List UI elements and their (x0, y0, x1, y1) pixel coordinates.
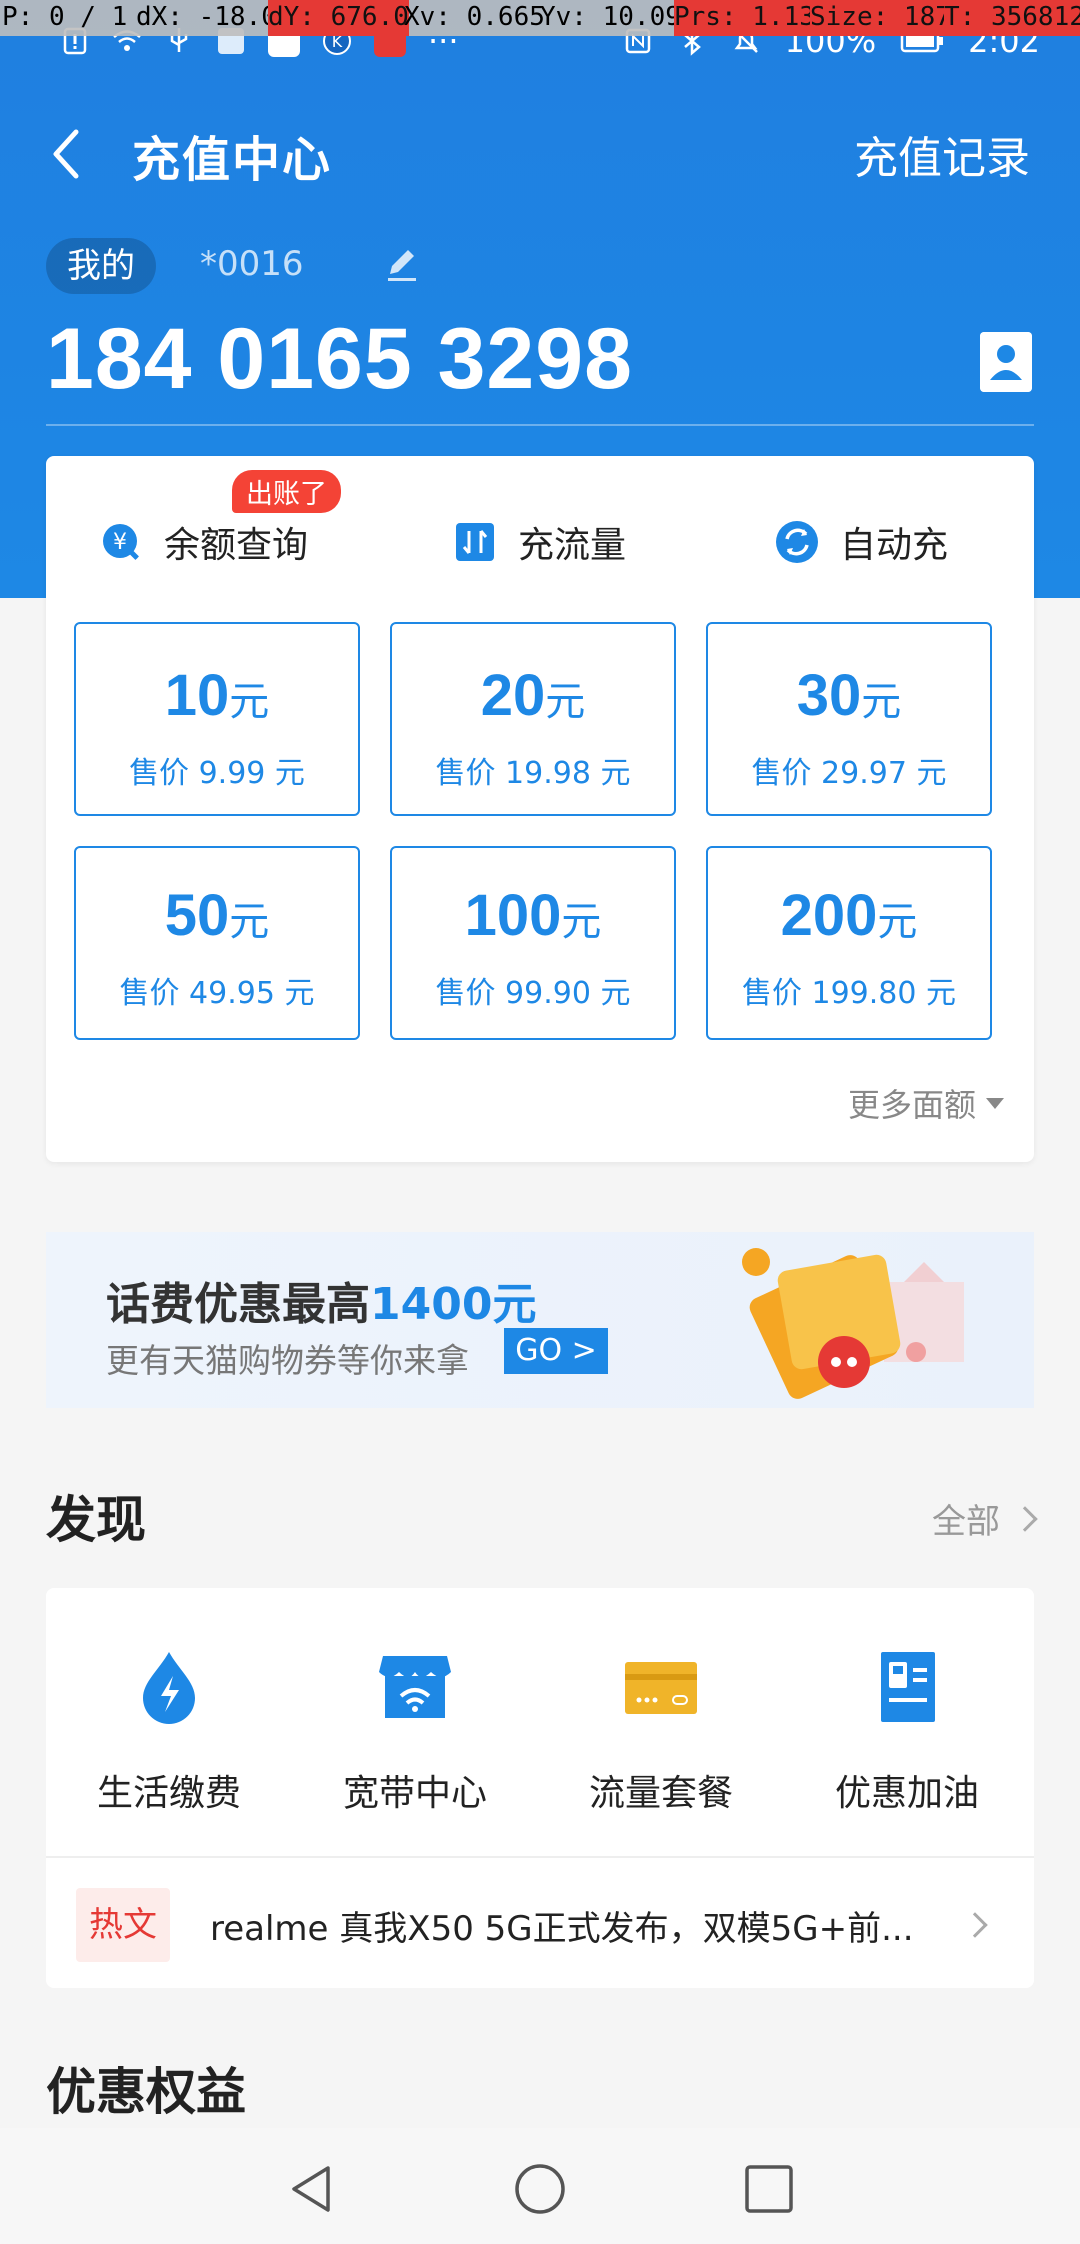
recharge-data-label: 充流量 (518, 525, 627, 566)
debug-dy: dY: 676.0 (268, 0, 409, 36)
all-label: 全部 (932, 1502, 1000, 1542)
hot-tag: 热文 (76, 1888, 170, 1962)
amount-unit: 元 (229, 680, 270, 724)
amount-value: 10 (164, 663, 230, 728)
amount-value: 20 (480, 663, 546, 728)
service-life-payment[interactable]: 生活缴费 (46, 1646, 292, 1816)
promo-go-button[interactable]: GO > (504, 1328, 608, 1374)
amount-value: 30 (796, 663, 862, 728)
debug-t: T: 356812 (944, 0, 1080, 36)
auto-recharge-label: 自动充 (840, 525, 949, 566)
sale-price: 售价 29.97 元 (751, 756, 947, 791)
mine-tag[interactable]: 我的 (46, 238, 156, 294)
debug-xv: Xv: 0.665 (404, 2, 545, 32)
balance-search-icon: ¥ (103, 524, 144, 565)
sale-price: 售价 49.95 元 (119, 976, 315, 1011)
nav-home-icon[interactable] (513, 2162, 567, 2216)
nav-recents-icon[interactable] (742, 2162, 796, 2216)
promo-banner[interactable]: 话费优惠最高1400元 更有天猫购物券等你来拿 GO > (46, 1232, 1034, 1408)
debug-dx: dX: -18.0 (136, 2, 277, 32)
amount-option-200[interactable]: 200元 售价 199.80 元 (706, 846, 992, 1040)
promo-title-highlight: 1400元 (370, 1279, 537, 1330)
amount-option-50[interactable]: 50元 售价 49.95 元 (74, 846, 360, 1040)
amount-unit: 元 (877, 900, 918, 944)
promo-title: 话费优惠最高1400元 (106, 1268, 536, 1332)
service-label: 宽带中心 (342, 1773, 487, 1814)
svg-text:¥: ¥ (113, 530, 127, 555)
auto-refresh-icon (776, 521, 818, 563)
benefits-title: 优惠权益 (46, 2063, 246, 2121)
promo-title-text: 话费优惠最高 (106, 1279, 370, 1330)
chevron-right-icon (1012, 1505, 1038, 1532)
amount-value: 200 (780, 883, 878, 948)
hot-news-item[interactable]: 热文 realme 真我X50 5G正式发布，双模5G+前... (76, 1884, 1004, 1966)
chevron-right-icon (962, 1912, 988, 1938)
page-title: 充值中心 (132, 132, 333, 188)
contacts-icon[interactable] (980, 332, 1032, 392)
amount-value: 100 (464, 883, 562, 948)
top-navigation: 充值中心 充值记录 (0, 110, 1080, 200)
service-label: 优惠加油 (834, 1773, 979, 1814)
data-transfer-icon (456, 523, 494, 561)
service-fuel-discount[interactable]: 优惠加油 (784, 1646, 1030, 1816)
bill-out-badge: 出账了 (232, 470, 341, 513)
amount-value: 50 (164, 883, 230, 948)
balance-query-button[interactable]: ¥ 余额查询 (98, 512, 308, 572)
edit-icon[interactable] (384, 244, 420, 284)
debug-p: P: 0 / 1 (2, 2, 128, 32)
amount-unit: 元 (561, 900, 602, 944)
header-divider (46, 424, 1034, 426)
amount-option-20[interactable]: 20元 售价 19.98 元 (390, 622, 676, 816)
balance-query-label: 余额查询 (164, 525, 309, 566)
hot-news-text: realme 真我X50 5G正式发布，双模5G+前... (210, 1908, 914, 1949)
promo-subtitle: 更有天猫购物券等你来拿 (106, 1341, 469, 1380)
masked-account: *0016 (200, 244, 304, 284)
discover-title: 发现 (46, 1491, 146, 1549)
more-amounts-dropdown[interactable]: 更多面额 (848, 1080, 1004, 1126)
recharge-card: ¥ 余额查询 出账了 充流量 自动充 10元 售价 9.99 元 20元 售价 … (46, 456, 1034, 1162)
service-data-plan[interactable]: 流量套餐 (538, 1646, 784, 1816)
amount-unit: 元 (861, 680, 902, 724)
amount-option-10[interactable]: 10元 售价 9.99 元 (74, 622, 360, 816)
recharge-data-button[interactable]: 充流量 (452, 512, 626, 572)
sale-price: 售价 99.90 元 (435, 976, 631, 1011)
coupon-illustration-icon (742, 1248, 964, 1399)
amount-option-30[interactable]: 30元 售价 29.97 元 (706, 622, 992, 816)
data-card-icon (625, 1662, 697, 1714)
service-label: 生活缴费 (96, 1773, 241, 1814)
amount-unit: 元 (545, 680, 586, 724)
sale-price: 售价 19.98 元 (435, 756, 631, 791)
water-drop-bolt-icon (143, 1652, 195, 1724)
nav-back-icon[interactable] (284, 2162, 338, 2216)
more-amounts-label: 更多面额 (847, 1086, 976, 1124)
discover-divider (46, 1856, 1034, 1858)
amount-unit: 元 (229, 900, 270, 944)
amount-grid: 10元 售价 9.99 元 20元 售价 19.98 元 30元 售价 29.9… (74, 622, 1006, 1040)
fuel-pump-icon (881, 1652, 935, 1722)
amount-option-100[interactable]: 100元 售价 99.90 元 (390, 846, 676, 1040)
sale-price: 售价 9.99 元 (129, 756, 305, 791)
system-navigation-bar (0, 2128, 1080, 2244)
recharge-records-link[interactable]: 充值记录 (854, 122, 1030, 186)
discover-card: 生活缴费 宽带中心 流量套餐 优惠加油 热文 realme 真我X50 5G正式… (46, 1588, 1034, 1988)
back-arrow-icon[interactable] (44, 124, 88, 184)
service-broadband[interactable]: 宽带中心 (292, 1646, 538, 1816)
sale-price: 售价 199.80 元 (741, 976, 957, 1011)
service-label: 流量套餐 (588, 1773, 733, 1814)
debug-prs: Prs: 1.13 (674, 0, 815, 36)
phone-number-input[interactable]: 184 0165 3298 (46, 310, 633, 409)
auto-recharge-button[interactable]: 自动充 (774, 512, 948, 572)
pointer-debug-bar: P: 0 / 1 dX: -18.0 dY: 676.0 Xv: 0.665 Y… (0, 0, 1080, 36)
discover-all-link[interactable]: 全部 (932, 1494, 1038, 1543)
caret-down-icon (986, 1097, 1004, 1109)
broadband-store-icon (379, 1656, 451, 1718)
